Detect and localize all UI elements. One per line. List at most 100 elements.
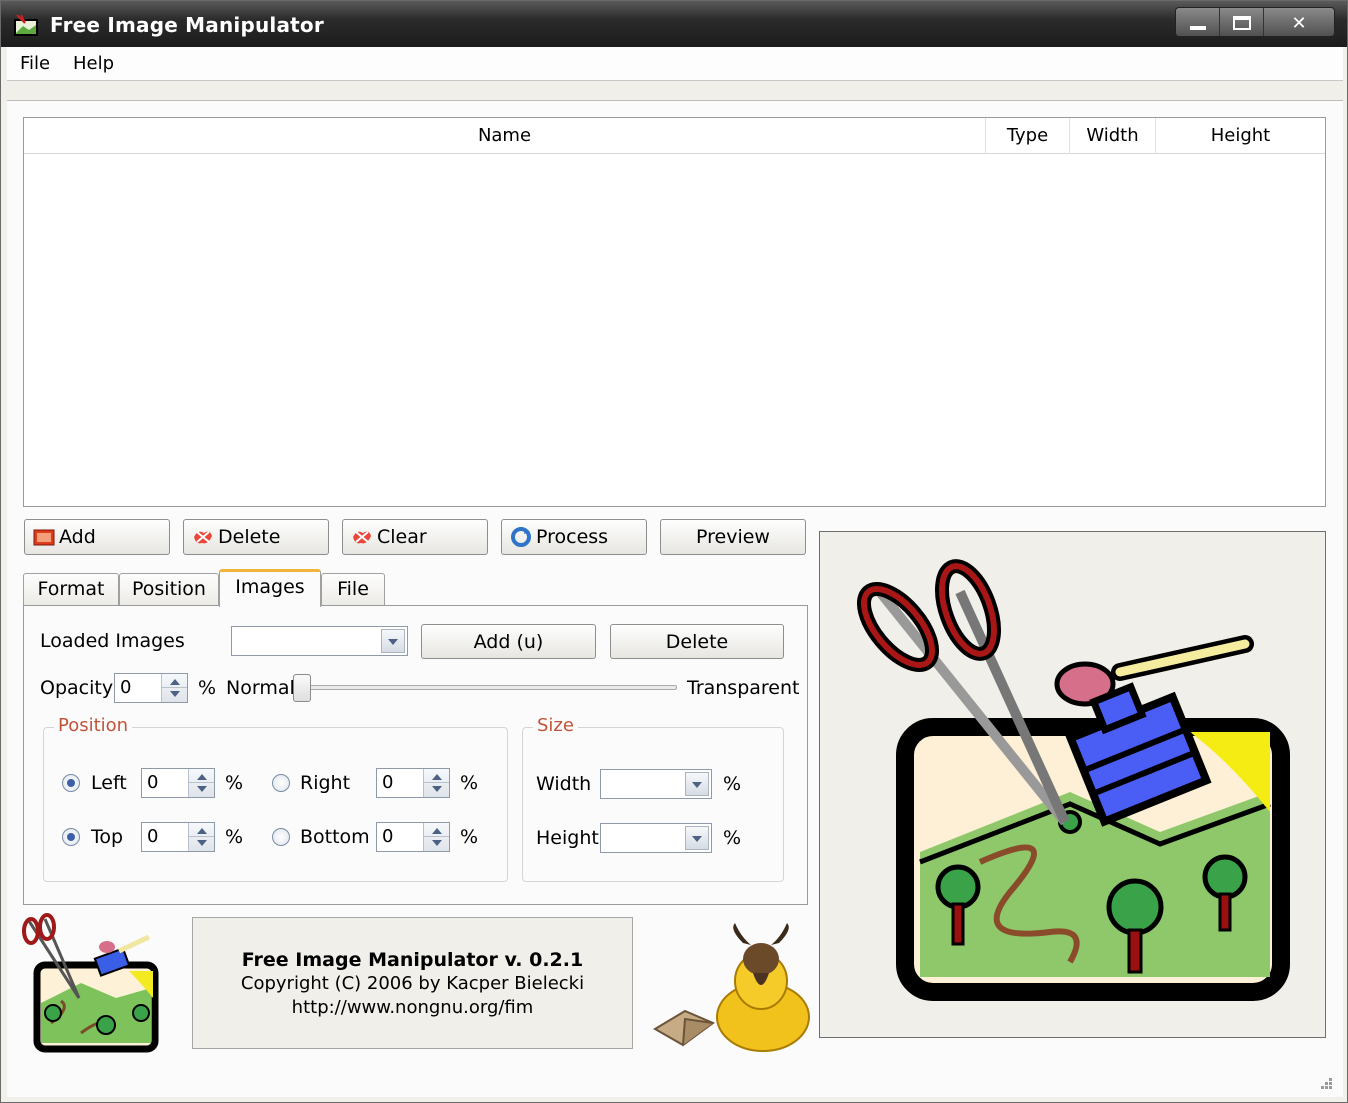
top-value: 0 (147, 826, 159, 847)
clear-button[interactable]: Clear (342, 519, 488, 555)
height-chevron-down-icon[interactable] (685, 826, 709, 850)
height-label: Height (536, 827, 599, 849)
resize-grip-icon[interactable] (1317, 1076, 1333, 1092)
preview-image (856, 559, 1290, 1001)
height-dropdown[interactable] (600, 823, 712, 853)
preview-label: Preview (696, 526, 770, 548)
window-controls: ✕ (1175, 7, 1335, 37)
column-name[interactable]: Name (24, 118, 986, 154)
delete-label: Delete (218, 526, 281, 548)
images-delete-button[interactable]: Delete (610, 624, 784, 659)
top-spin-icon[interactable] (188, 823, 214, 851)
close-icon: ✕ (1291, 12, 1307, 34)
images-delete-label: Delete (665, 630, 729, 653)
process-icon (511, 527, 531, 547)
about-panel: Free Image Manipulator v. 0.2.1 Copyrigh… (192, 917, 633, 1049)
left-radio[interactable] (62, 774, 80, 792)
transparent-label: Transparent (687, 677, 800, 699)
opacity-label: Opacity (40, 677, 114, 699)
width-dropdown[interactable] (600, 769, 712, 799)
menu-bar: File Help (7, 47, 1343, 81)
title-bar: Free Image Manipulator ✕ (1, 1, 1347, 47)
logo-image (22, 913, 159, 1053)
bottom-label: Bottom (300, 826, 370, 848)
left-value: 0 (147, 772, 159, 793)
width-label: Width (536, 773, 592, 795)
right-label: Right (300, 772, 351, 794)
width-percent: % (723, 773, 742, 795)
clear-icon (353, 531, 371, 544)
opacity-spin-icon[interactable] (161, 674, 187, 702)
width-chevron-down-icon[interactable] (685, 772, 709, 796)
tab-images[interactable]: Images (219, 569, 321, 607)
left-stepper[interactable]: 0 (141, 768, 215, 798)
right-spin-icon[interactable] (423, 769, 449, 797)
column-type[interactable]: Type (986, 118, 1070, 154)
maximize-button[interactable] (1220, 8, 1264, 36)
top-label: Top (91, 826, 124, 848)
process-label: Process (536, 526, 609, 548)
tool-strip (7, 81, 1343, 101)
position-group-title: Position (54, 715, 133, 736)
right-radio[interactable] (272, 774, 290, 792)
tab-file[interactable]: File (321, 573, 385, 606)
bottom-spin-icon[interactable] (423, 823, 449, 851)
add-button[interactable]: Add (24, 519, 170, 555)
maximize-icon (1232, 16, 1251, 30)
chevron-down-icon[interactable] (381, 629, 405, 653)
image-list[interactable]: Name Type Width Height (23, 117, 1326, 507)
left-label: Left (91, 772, 127, 794)
add-icon (33, 529, 55, 546)
size-group-title: Size (533, 715, 578, 736)
clear-label: Clear (377, 526, 427, 548)
column-height[interactable]: Height (1156, 118, 1325, 154)
about-title: Free Image Manipulator v. 0.2.1 (241, 949, 584, 971)
left-percent: % (225, 772, 244, 794)
opacity-value: 0 (120, 677, 132, 698)
preview-panel (819, 531, 1326, 1038)
main-window: Free Image Manipulator ✕ File Help Name … (0, 0, 1348, 1103)
opacity-slider-track[interactable] (303, 685, 677, 690)
loaded-images-label: Loaded Images (40, 630, 185, 652)
opacity-percent: % (198, 677, 217, 699)
tab-format[interactable]: Format (23, 573, 119, 606)
opacity-slider-thumb[interactable] (293, 674, 311, 702)
about-copyright: Copyright (C) 2006 by Kacper Bielecki (240, 973, 585, 994)
right-stepper[interactable]: 0 (376, 768, 450, 798)
bottom-value: 0 (382, 826, 394, 847)
tab-position[interactable]: Position (119, 573, 219, 606)
about-url[interactable]: http://www.nongnu.org/fim (193, 996, 632, 1020)
loaded-images-dropdown[interactable] (231, 626, 408, 656)
add-u-button[interactable]: Add (u) (421, 624, 596, 659)
bottom-stepper[interactable]: 0 (376, 822, 450, 852)
app-icon (14, 14, 38, 36)
top-radio[interactable] (62, 828, 80, 846)
right-value: 0 (382, 772, 394, 793)
column-width[interactable]: Width (1070, 118, 1156, 154)
bottom-radio[interactable] (272, 828, 290, 846)
add-u-label: Add (u) (473, 630, 544, 653)
normal-label: Normal (226, 677, 295, 699)
preview-button[interactable]: Preview (660, 519, 806, 555)
add-label: Add (59, 526, 96, 548)
right-percent: % (460, 772, 479, 794)
menu-file[interactable]: File (20, 53, 50, 74)
position-group: Position (43, 715, 508, 882)
menu-help[interactable]: Help (73, 53, 114, 74)
process-button[interactable]: Process (501, 519, 647, 555)
minimize-button[interactable] (1176, 8, 1220, 36)
delete-button[interactable]: Delete (183, 519, 329, 555)
list-header: Name Type Width Height (24, 118, 1325, 154)
delete-icon (194, 531, 212, 544)
top-stepper[interactable]: 0 (141, 822, 215, 852)
close-button[interactable]: ✕ (1264, 8, 1334, 36)
height-percent: % (723, 827, 742, 849)
window-title: Free Image Manipulator (50, 13, 324, 37)
opacity-stepper[interactable]: 0 (114, 673, 188, 703)
gnu-mascot-image (653, 923, 810, 1052)
minimize-icon (1189, 26, 1206, 30)
size-group: Size (522, 715, 784, 882)
top-percent: % (225, 826, 244, 848)
left-spin-icon[interactable] (188, 769, 214, 797)
bottom-percent: % (460, 826, 479, 848)
